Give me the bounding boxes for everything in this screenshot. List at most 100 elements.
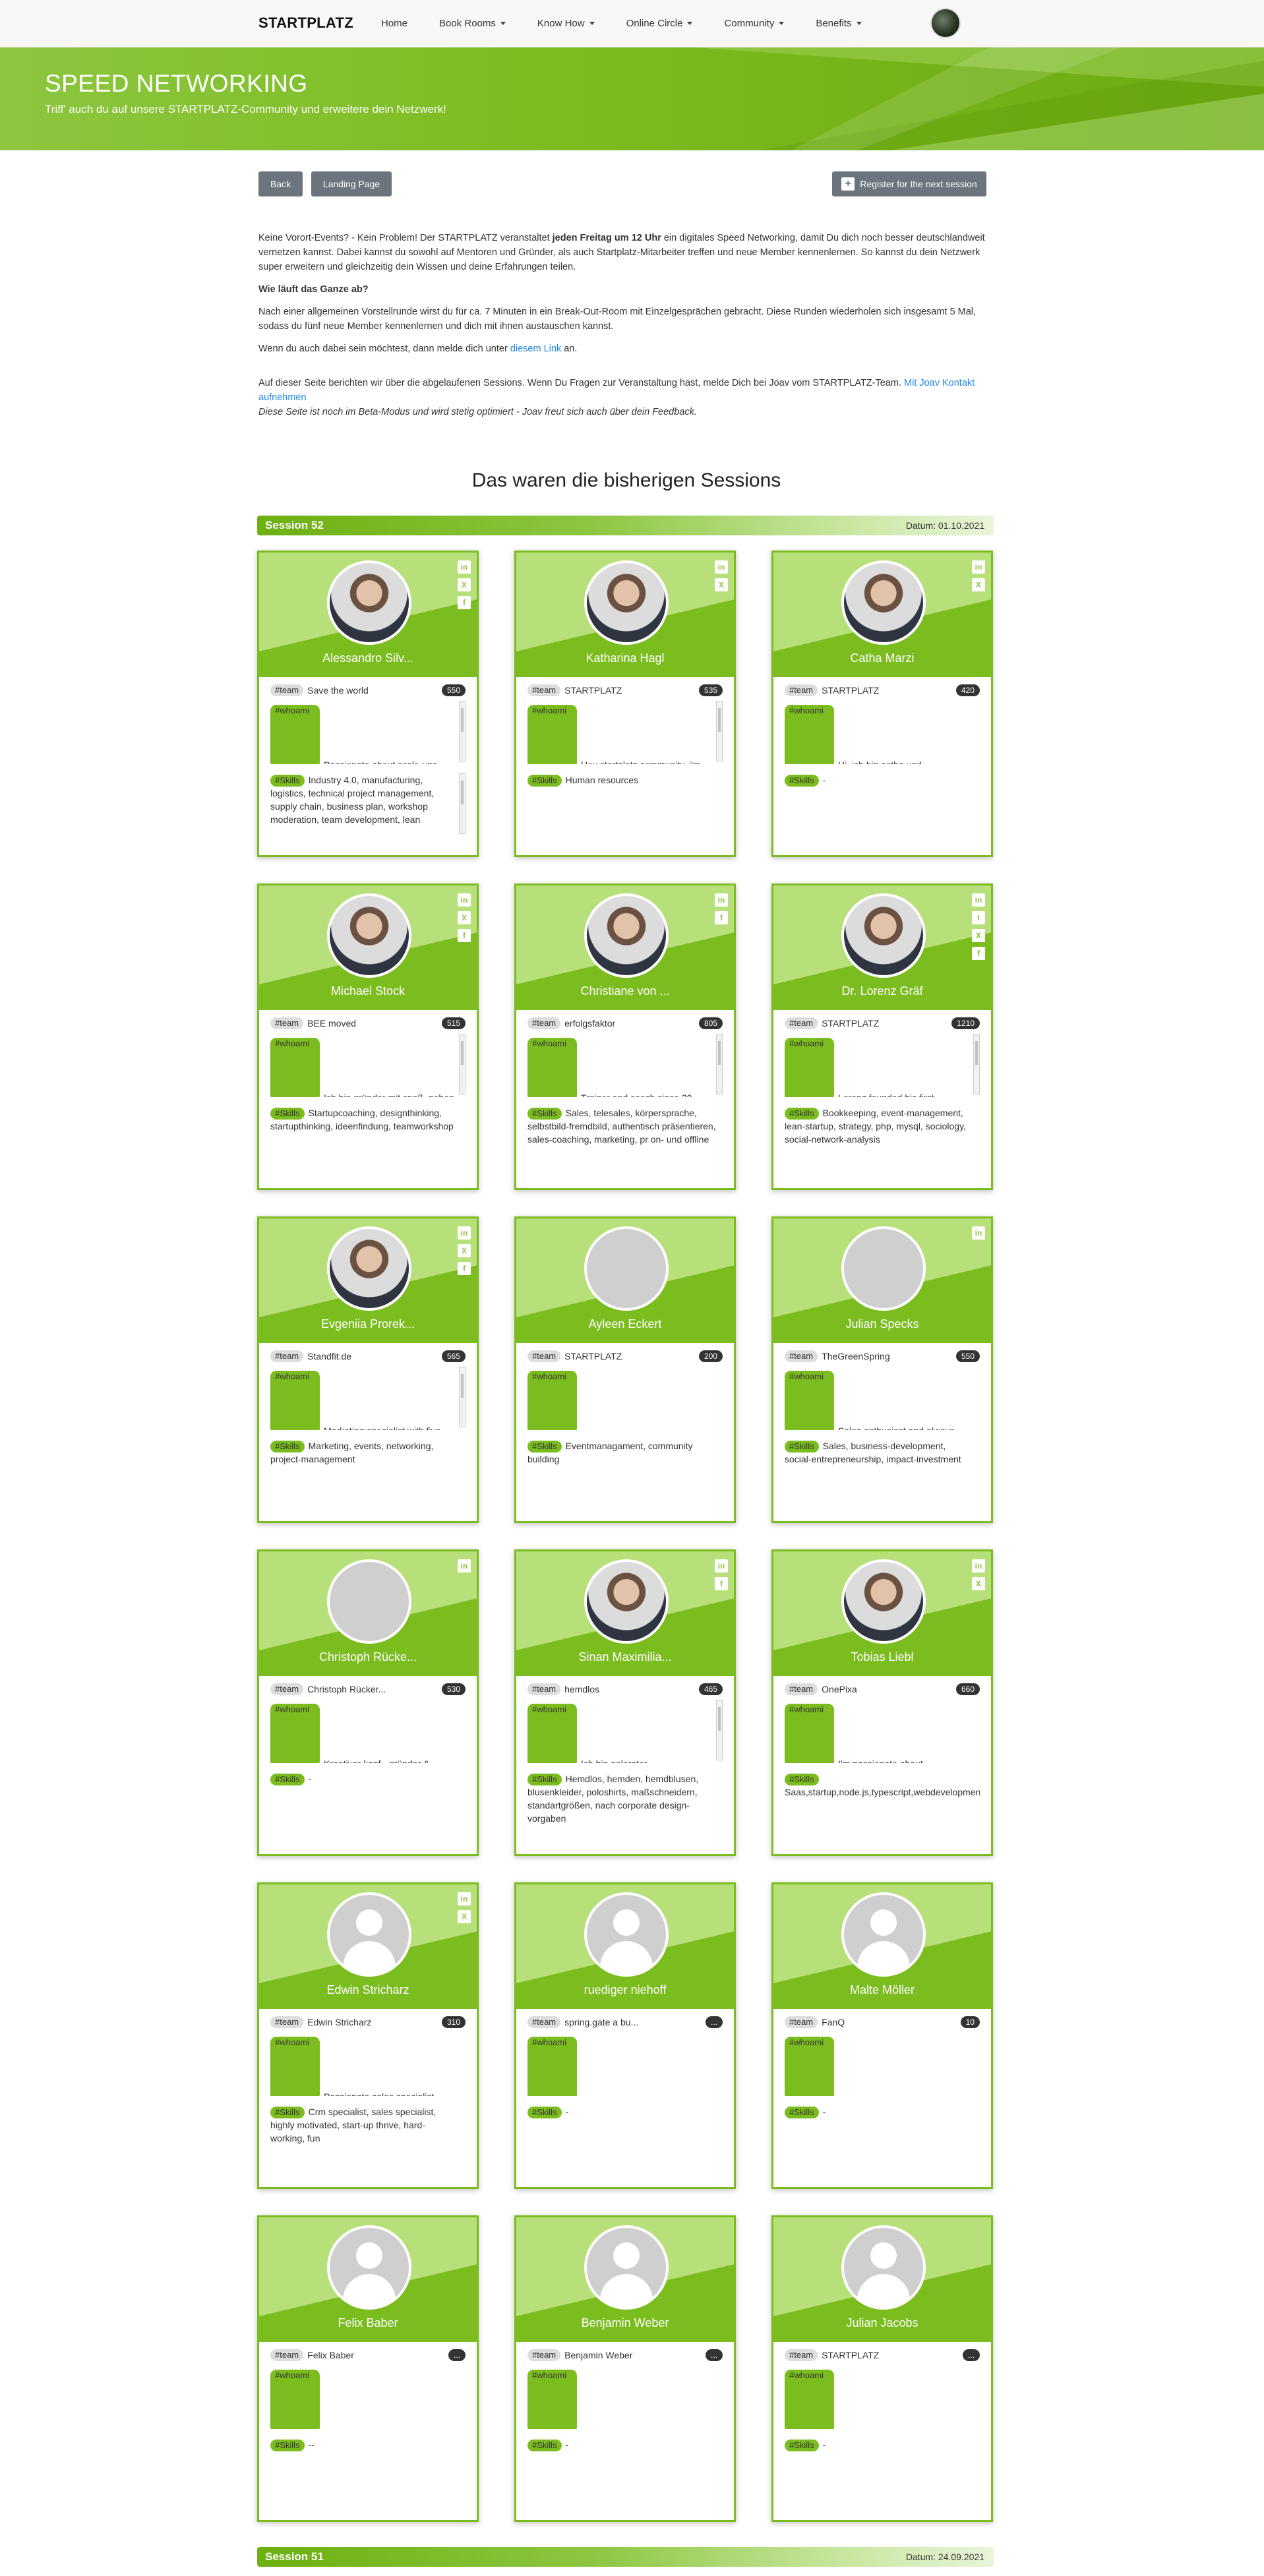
whoami-section[interactable]: #whoami- [527,2033,723,2096]
linkedin-icon[interactable]: in [715,893,728,907]
member-name[interactable]: Catha Marzi [773,651,991,665]
member-name[interactable]: Julian Jacobs [773,2316,991,2330]
linkedin-icon[interactable]: in [972,1559,985,1573]
whoami-section[interactable]: #whoamiSales enthusiast and always inter… [785,1367,980,1430]
member-name[interactable]: Julian Specks [773,1317,991,1331]
skills-section[interactable]: #Skills Crm specialist, sales specialist,… [270,2105,466,2169]
nav-community[interactable]: Community [724,18,785,29]
whoami-section[interactable]: #whoamiPassionate about scale-ups and st… [270,701,466,764]
member-name[interactable]: ruediger niehoff [516,1983,734,1997]
scrollbar[interactable] [716,701,723,762]
linkedin-icon[interactable]: in [458,1559,471,1573]
skills-section[interactable]: #Skills Eventmanagament, community buildi… [527,1439,723,1503]
xing-icon[interactable]: X [972,929,985,942]
linkedin-icon[interactable]: in [715,560,728,574]
member-name[interactable]: Benjamin Weber [516,2316,734,2330]
scrollbar[interactable] [716,1034,723,1094]
member-name[interactable]: Evgeniia Prorek... [259,1317,477,1331]
member-name[interactable]: Michael Stock [259,984,477,998]
skills-section[interactable]: #Skills Industry 4.0, manufacturing, logi… [270,773,466,837]
xing-icon[interactable]: X [972,578,985,591]
whoami-section[interactable]: #whoamiHi, ich bin catha und unterstütze… [785,701,980,764]
whoami-section[interactable]: #whoami- [785,2033,980,2096]
whoami-section[interactable]: #whoami- [527,1367,723,1430]
facebook-icon[interactable]: f [715,1577,728,1590]
signup-link[interactable]: diesem Link [510,344,561,354]
facebook-icon[interactable]: f [458,929,471,942]
skills-section[interactable]: #Skills - [270,1772,466,1836]
member-name[interactable]: Alessandro Silv... [259,651,477,665]
whoami-section[interactable]: #whoamiKreativer kopf - gründer & geschä… [270,1700,466,1763]
skills-section[interactable]: #Skills Bookkeeping, event-management, le… [785,1106,980,1170]
nav-know-how[interactable]: Know How [537,18,595,29]
register-button[interactable]: + Register for the next session [832,171,986,196]
member-name[interactable]: Tobias Liebl [773,1650,991,1664]
linkedin-icon[interactable]: in [458,1892,471,1905]
xing-icon[interactable]: X [458,1244,471,1257]
scrollbar[interactable] [459,1367,466,1427]
facebook-icon[interactable]: f [972,947,985,960]
whoami-section[interactable]: #whoamiMarketing specialist with five ye… [270,1367,466,1430]
linkedin-icon[interactable]: in [972,893,985,907]
session-header[interactable]: Session 52 Datum: 01.10.2021 [257,516,994,535]
whoami-section[interactable]: #whoamiIch bin gelernter restaurantfachm… [527,1700,723,1763]
whoami-section[interactable]: #whoamiLorenz founded his first company … [785,1034,980,1097]
nav-book-rooms[interactable]: Book Rooms [439,18,506,29]
member-name[interactable]: Edwin Stricharz [259,1983,477,1997]
skills-section[interactable]: #Skills Sales, business-development, soci… [785,1439,980,1503]
xing-icon[interactable]: X [458,578,471,591]
linkedin-icon[interactable]: in [715,1559,728,1573]
linkedin-icon[interactable]: in [458,893,471,907]
whoami-section[interactable]: #whoamiI'm passionate about developing g… [785,1700,980,1763]
whoami-section[interactable]: #whoamiHey startplatz community, i'm kat… [527,701,723,764]
whoami-section[interactable]: #whoami- [785,2366,980,2429]
xing-icon[interactable]: X [715,578,728,591]
linkedin-icon[interactable]: in [972,560,985,574]
nav-online-circle[interactable]: Online Circle [626,18,693,29]
skills-section[interactable]: #Skills Marketing, events, networking, pr… [270,1439,466,1503]
scrollbar[interactable] [973,1034,980,1094]
session-header[interactable]: Session 51 Datum: 24.09.2021 [257,2547,994,2567]
skills-section[interactable]: #Skills - [527,2438,723,2501]
facebook-icon[interactable]: f [458,1262,471,1275]
member-name[interactable]: Christoph Rücke... [259,1650,477,1664]
skills-section[interactable]: #Skills Startupcoaching, designthinking, … [270,1106,466,1170]
whoami-section[interactable]: #whoami- [270,2366,466,2429]
back-button[interactable]: Back [258,171,303,196]
whoami-section[interactable]: #whoamiPassionate sales specialist, grea… [270,2033,466,2096]
linkedin-icon[interactable]: in [458,1226,471,1240]
skills-section[interactable]: #Skills Saas,startup,node.js,typescript,w… [785,1772,980,1836]
skills-section[interactable]: #Skills - [527,2105,723,2169]
skills-section[interactable]: #Skills Human resources [527,773,723,837]
member-name[interactable]: Sinan Maximilia... [516,1650,734,1664]
whoami-section[interactable]: #whoamiTrainer and coach since 20 years.… [527,1034,723,1097]
twitter-icon[interactable]: t [972,911,985,924]
landing-page-button[interactable]: Landing Page [311,171,392,196]
scrollbar[interactable] [716,1700,723,1760]
skills-section[interactable]: #Skills Hemdlos, hemden, hemdblusen, blus… [527,1772,723,1836]
nav-home[interactable]: Home [381,18,407,29]
user-avatar[interactable] [930,8,961,38]
skills-section[interactable]: #Skills Sales, telesales, körpersprache, … [527,1106,723,1170]
linkedin-icon[interactable]: in [458,560,471,574]
brand-logo[interactable]: STARTPLATZ [258,15,353,32]
whoami-section[interactable]: #whoamiIch bin gründer mit spaß, neben m… [270,1034,466,1097]
member-name[interactable]: Ayleen Eckert [516,1317,734,1331]
member-name[interactable]: Christiane von ... [516,984,734,998]
scrollbar[interactable] [459,1034,466,1094]
member-name[interactable]: Katharina Hagl [516,651,734,665]
member-name[interactable]: Felix Baber [259,2316,477,2330]
nav-benefits[interactable]: Benefits [816,18,862,29]
xing-icon[interactable]: X [458,1910,471,1923]
xing-icon[interactable]: X [458,911,471,924]
member-name[interactable]: Dr. Lorenz Gräf [773,984,991,998]
member-name[interactable]: Malte Möller [773,1983,991,1997]
skills-section[interactable]: #Skills - [785,2438,980,2501]
linkedin-icon[interactable]: in [972,1226,985,1240]
scrollbar[interactable] [459,773,466,834]
skills-section[interactable]: #Skills - [785,2105,980,2169]
skills-section[interactable]: #Skills - [785,773,980,837]
skills-section[interactable]: #Skills -- [270,2438,466,2501]
whoami-section[interactable]: #whoami- [527,2366,723,2429]
facebook-icon[interactable]: f [458,596,471,609]
